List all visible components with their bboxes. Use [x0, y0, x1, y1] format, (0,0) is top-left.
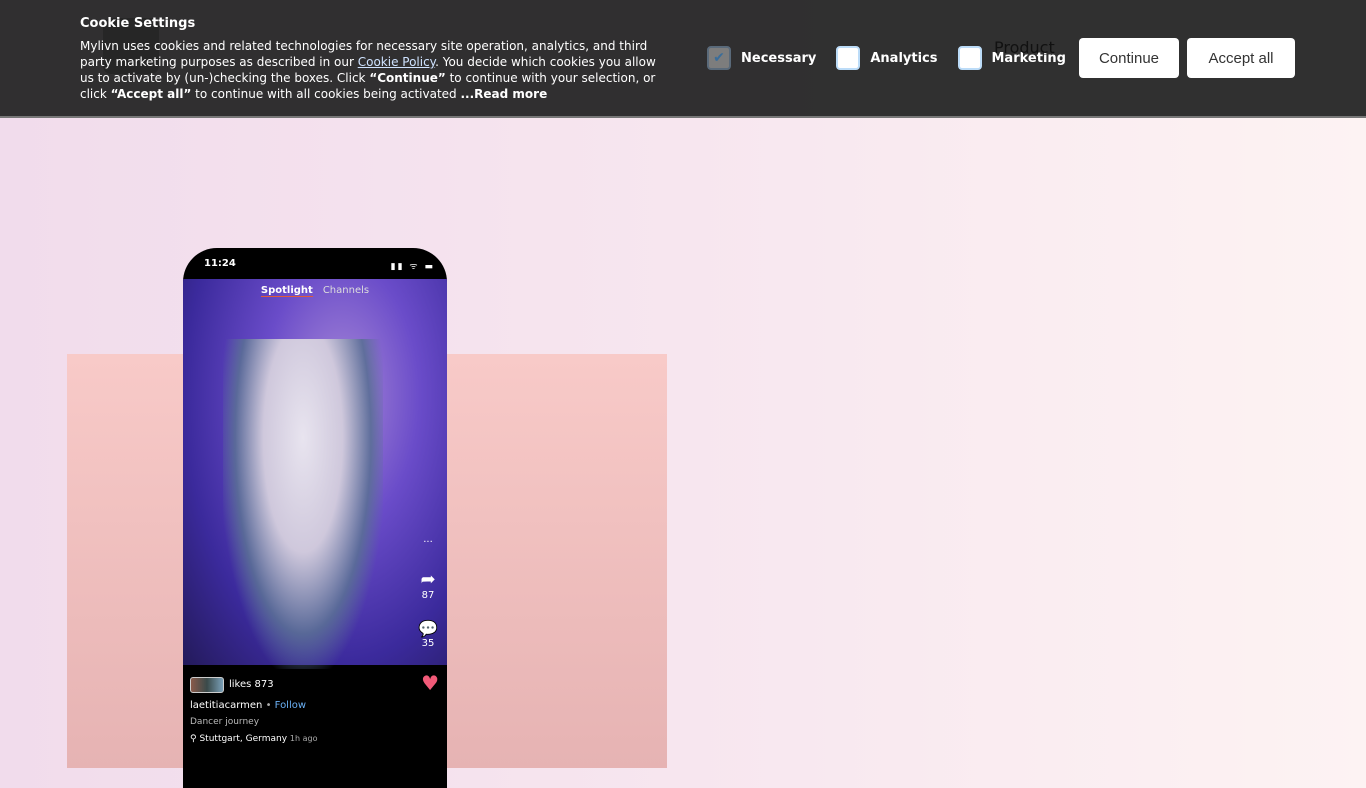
comment-icon: 💬: [418, 619, 438, 638]
time-ago: 1h ago: [289, 734, 318, 743]
caption: Dancer journey: [190, 717, 260, 727]
heart-icon: ♥: [421, 671, 439, 695]
comment-count: 35: [421, 638, 435, 649]
liker-avatars: [190, 677, 224, 693]
follow-link: Follow: [274, 700, 307, 711]
check-icon: ✔: [707, 46, 731, 70]
video: Spotlight Channels ··· ➦ 87 💬 35: [183, 279, 447, 669]
dancer-image: [223, 339, 383, 669]
checkbox-analytics[interactable]: Analytics: [836, 46, 938, 70]
cookie-title: Cookie Settings: [80, 16, 196, 31]
share-count: 87: [421, 590, 435, 601]
status-time: 11:24: [204, 258, 236, 269]
likes-count: likes 873: [229, 679, 274, 690]
nav-product[interactable]: Product: [994, 38, 1055, 57]
location-icon: ⚲: [190, 734, 197, 744]
cookie-policy-link[interactable]: Cookie Policy: [358, 55, 435, 69]
cookie-banner: Cookie Settings Mylivn uses cookies and …: [0, 0, 1366, 118]
cookie-text: Mylivn uses cookies and related technolo…: [80, 39, 656, 101]
phone-mockup: 11:24 ▮▮ ᯤ ▬ Spotlight Channels ··· ➦ 87 💬…: [183, 248, 447, 788]
tab-spotlight: Spotlight: [260, 285, 313, 297]
tab-channels: Channels: [322, 285, 370, 296]
more-icon: ···: [423, 537, 433, 548]
accept-all-button[interactable]: Accept all: [1187, 38, 1295, 78]
checkbox-necessary[interactable]: ✔ Necessary: [707, 46, 816, 70]
location: Stuttgart, Germany: [199, 734, 288, 744]
share-icon: ➦: [420, 569, 436, 590]
username: laetitiacarmen: [190, 700, 263, 711]
read-more-link[interactable]: ...Read more: [461, 87, 548, 101]
continue-button[interactable]: Continue: [1079, 38, 1179, 78]
status-icons: ▮▮ ᯤ ▬: [390, 262, 435, 272]
